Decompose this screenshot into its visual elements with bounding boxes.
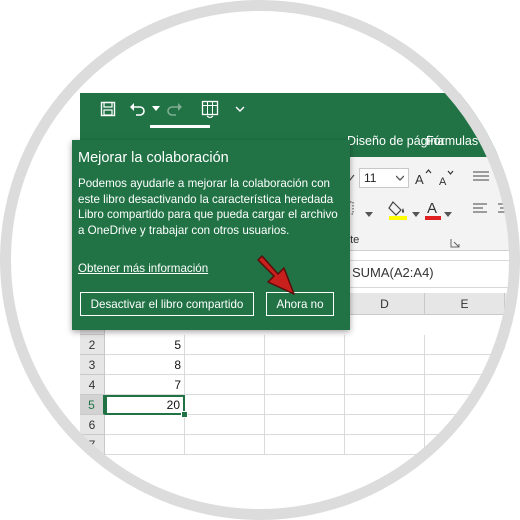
cell[interactable] (345, 395, 425, 415)
cell[interactable] (425, 375, 505, 395)
svg-text:A: A (415, 172, 424, 187)
cell[interactable] (345, 375, 425, 395)
collaboration-popup: Mejorar la colaboración Podemos ayudarle… (72, 140, 350, 330)
column-header-f[interactable] (505, 293, 520, 315)
cell[interactable] (345, 435, 425, 455)
cell[interactable] (265, 435, 345, 455)
cell[interactable] (345, 355, 425, 375)
title-bar (80, 93, 520, 125)
undo-dropdown-icon[interactable] (146, 99, 166, 119)
font-size-combo[interactable]: 11 (359, 168, 409, 188)
cell[interactable] (505, 435, 520, 455)
cell-a[interactable] (105, 435, 185, 455)
cell[interactable] (425, 335, 505, 355)
tab-formulas[interactable]: Fórmulas (426, 134, 478, 148)
cell-a[interactable]: 20 (105, 395, 185, 415)
shared-workbook-icon[interactable] (200, 99, 220, 119)
cell[interactable] (265, 415, 345, 435)
cell[interactable] (265, 375, 345, 395)
align-center-icon[interactable] (497, 202, 513, 216)
cell[interactable] (185, 415, 265, 435)
row-header[interactable]: 2 (80, 335, 105, 355)
align-left-icon[interactable] (473, 202, 489, 216)
chevron-down-icon[interactable] (365, 205, 373, 217)
svg-text:A: A (427, 200, 437, 217)
column-header-e[interactable]: E (425, 293, 505, 315)
fill-handle[interactable] (181, 411, 188, 418)
cell[interactable] (425, 395, 505, 415)
cell[interactable] (185, 335, 265, 355)
row-header[interactable]: 6 (80, 415, 105, 435)
fill-color-icon[interactable] (388, 198, 410, 220)
cell[interactable] (185, 395, 265, 415)
cell[interactable] (265, 355, 345, 375)
row-header[interactable]: 5 (80, 395, 105, 415)
cell[interactable] (425, 355, 505, 375)
font-size-value: 11 (364, 171, 377, 185)
cell[interactable] (425, 435, 505, 455)
cell-a[interactable]: 8 (105, 355, 185, 375)
chevron-down-icon[interactable] (412, 205, 420, 217)
row-header[interactable]: 4 (80, 375, 105, 395)
cell-a[interactable] (105, 415, 185, 435)
cell[interactable] (265, 395, 345, 415)
increase-font-icon[interactable]: A (414, 169, 432, 187)
save-icon[interactable] (98, 99, 118, 119)
decrease-font-icon[interactable]: A (437, 170, 455, 188)
cell[interactable] (345, 415, 425, 435)
cell[interactable] (505, 415, 520, 435)
deactivate-shared-workbook-button[interactable]: Desactivar el libro compartido (80, 292, 254, 316)
column-header-d[interactable]: D (345, 293, 425, 315)
chevron-down-icon (396, 175, 404, 181)
row-header[interactable]: 3 (80, 355, 105, 375)
redo-icon (164, 99, 184, 119)
cell[interactable] (345, 335, 425, 355)
cell[interactable] (505, 335, 520, 355)
chevron-down-icon[interactable] (444, 205, 452, 217)
popup-title: Mejorar la colaboración (78, 150, 229, 166)
row-header[interactable]: 7 (80, 435, 105, 455)
cell[interactable] (265, 335, 345, 355)
cell[interactable] (425, 415, 505, 435)
cell-a[interactable]: 5 (105, 335, 185, 355)
cell[interactable] (505, 395, 520, 415)
cell[interactable] (185, 355, 265, 375)
dialog-launcher-icon[interactable] (450, 235, 460, 248)
undo-icon[interactable] (128, 99, 148, 119)
popup-body: Podemos ayudarle a mejorar la colaboraci… (78, 177, 338, 237)
cell-a[interactable]: 7 (105, 375, 185, 395)
cell[interactable] (505, 375, 520, 395)
active-tab-indicator (150, 125, 210, 128)
cell[interactable] (185, 375, 265, 395)
svg-text:A: A (439, 176, 447, 188)
align-top-icon[interactable] (473, 170, 489, 184)
customize-qat-icon[interactable] (230, 99, 250, 119)
red-arrow-icon (257, 255, 295, 295)
cell[interactable] (505, 355, 520, 375)
font-color-icon[interactable]: A (424, 198, 442, 220)
formula-text[interactable]: SUMA(A2:A4) (352, 265, 434, 280)
cell[interactable] (185, 435, 265, 455)
excel-window: Diseño de página Fórmulas 11 A A A nte S… (0, 0, 520, 520)
circular-frame: Diseño de página Fórmulas 11 A A A nte S… (0, 0, 520, 520)
more-info-link[interactable]: Obtener más información (78, 262, 208, 275)
